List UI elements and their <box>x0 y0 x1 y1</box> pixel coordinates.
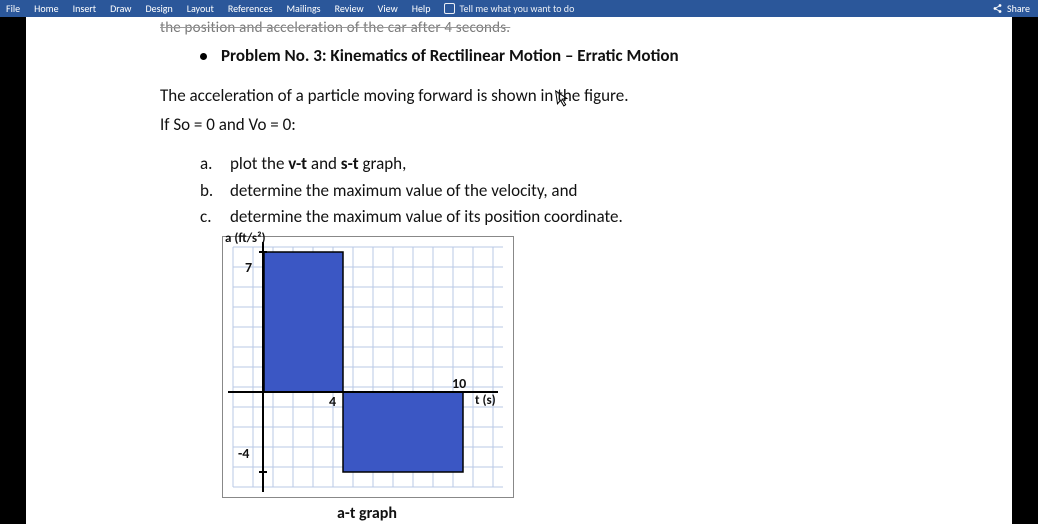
problem-heading-row: Problem No. 3: Kinematics of Rectilinear… <box>200 45 952 66</box>
problem-sublist: a. plot the v-t and s-t graph, b. determ… <box>200 151 952 230</box>
list-text-b: determine the maximum value of the veloc… <box>230 178 577 204</box>
ribbon-tab-insert[interactable]: Insert <box>73 2 97 15</box>
list-a-post: graph, <box>359 153 407 174</box>
problem-heading: Problem No. 3: Kinematics of Rectilinear… <box>221 45 679 66</box>
list-a-vt: v-t <box>288 153 307 174</box>
x-axis-label: t (s) <box>475 393 496 408</box>
list-item-b: b. determine the maximum value of the ve… <box>200 178 952 204</box>
list-text-a: plot the v-t and s-t graph, <box>230 151 406 177</box>
at-graph-caption: a-t graph <box>222 504 512 523</box>
tick-y-7: 7 <box>245 259 252 276</box>
problem-statement-line1: The acceleration of a particle moving fo… <box>160 84 952 109</box>
list-marker-b: b. <box>200 178 218 204</box>
list-text-c: determine the maximum value of its posit… <box>230 204 623 230</box>
segment-4-10 <box>343 392 463 472</box>
word-ribbon: File Home Insert Draw Design Layout Refe… <box>0 0 1038 17</box>
ribbon-tab-home[interactable]: Home <box>34 2 58 15</box>
document-page[interactable]: the position and acceleration of the car… <box>26 17 1012 524</box>
at-graph-figure: a (ft/s²) 7 -4 4 10 t (s) <box>222 236 952 498</box>
ribbon-tab-file[interactable]: File <box>6 2 20 15</box>
ribbon-tab-mailings[interactable]: Mailings <box>286 2 320 15</box>
ribbon-tab-layout[interactable]: Layout <box>187 2 214 15</box>
list-item-c: c. determine the maximum value of its po… <box>200 204 952 230</box>
list-item-a: a. plot the v-t and s-t graph, <box>200 151 952 177</box>
tell-me-label: Tell me what you want to do <box>459 2 574 15</box>
share-button[interactable]: Share <box>992 0 1030 17</box>
share-label: Share <box>1007 2 1030 15</box>
lightbulb-icon <box>444 3 455 14</box>
segment-0-4 <box>264 252 343 392</box>
list-a-pre: plot the <box>230 153 288 174</box>
ribbon-tab-design[interactable]: Design <box>145 2 172 15</box>
list-a-st: s-t <box>341 153 359 174</box>
tell-me-search[interactable]: Tell me what you want to do <box>444 2 574 15</box>
ribbon-tab-review[interactable]: Review <box>335 2 364 15</box>
tick-y-neg4: -4 <box>238 445 249 462</box>
list-marker-a: a. <box>200 151 218 177</box>
ribbon-tab-help[interactable]: Help <box>412 2 431 15</box>
tick-x-10: 10 <box>452 375 466 392</box>
bullet-icon <box>200 53 207 60</box>
problem-statement-line2: If So = 0 and Vo = 0: <box>160 113 952 138</box>
ribbon-tab-references[interactable]: References <box>228 2 273 15</box>
ribbon-tab-view[interactable]: View <box>378 2 398 15</box>
share-icon <box>992 3 1003 14</box>
ribbon-tab-draw[interactable]: Draw <box>110 2 131 15</box>
previous-line-cutoff: the position and acceleration of the car… <box>160 19 510 37</box>
document-body: Problem No. 3: Kinematics of Rectilinear… <box>160 45 952 523</box>
list-marker-c: c. <box>200 204 218 230</box>
tick-x-4: 4 <box>329 393 336 410</box>
at-graph: a (ft/s²) 7 -4 4 10 t (s) <box>222 236 514 498</box>
list-a-mid: and <box>307 153 341 174</box>
y-axis-label: a (ft/s²) <box>225 231 266 246</box>
